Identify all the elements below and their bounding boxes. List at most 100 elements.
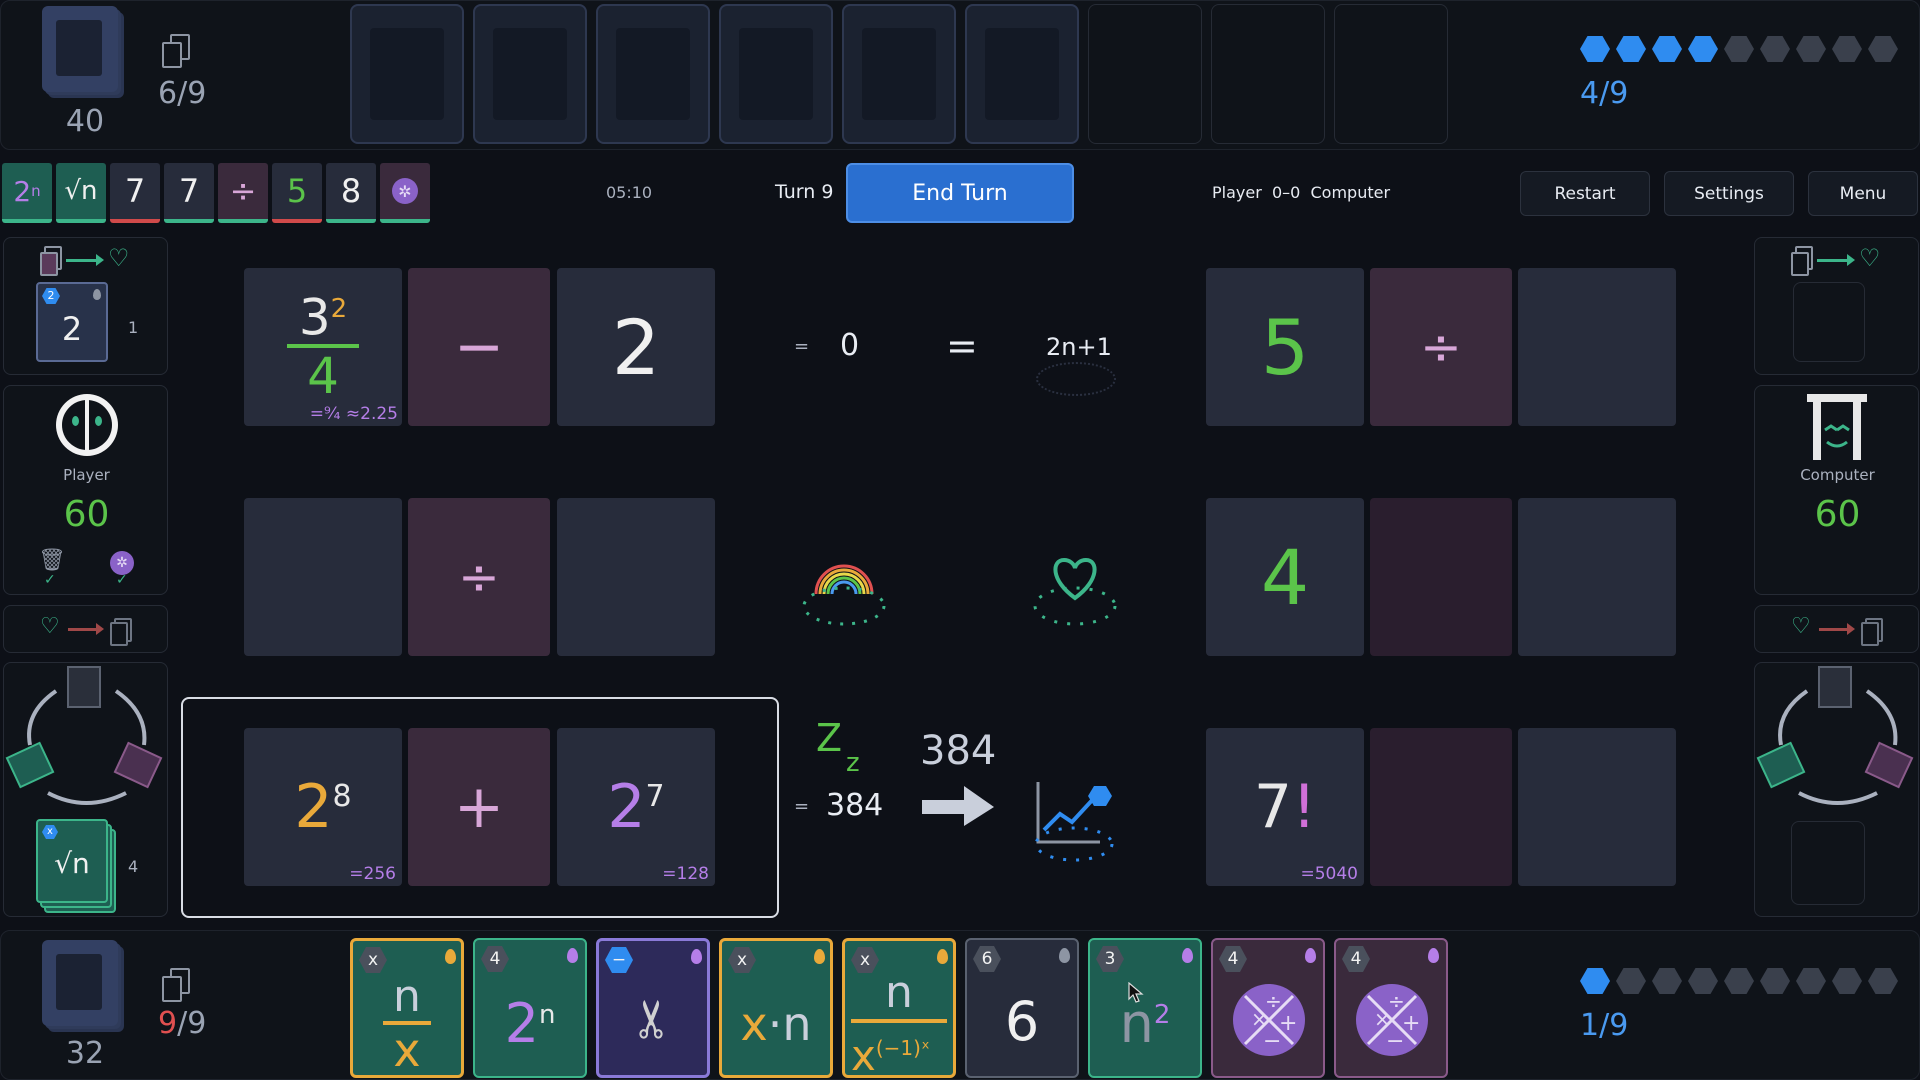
row2-empty-right[interactable] (557, 498, 715, 656)
queued-card[interactable]: 2 2 (36, 282, 108, 362)
row1-opponent-operator-divide[interactable]: ÷ (1370, 268, 1512, 426)
row2-opponent-operator-empty[interactable] (1370, 498, 1512, 656)
row2-operator-divide[interactable]: ÷ (408, 498, 550, 656)
svg-text:−: − (1386, 1029, 1404, 1054)
opponent-hand-card (965, 4, 1079, 144)
queued-card-value: 2 (61, 310, 83, 348)
operators-icon: ✲ (392, 178, 418, 204)
mana-gem-empty (1868, 36, 1898, 62)
row2-opponent-empty[interactable] (1518, 498, 1676, 656)
row3-equals-small: = (794, 796, 810, 817)
row3-operator-plus[interactable]: + (408, 728, 550, 886)
played-card-5[interactable]: 5 (272, 163, 322, 223)
cycle-deck-stack[interactable]: x √n (36, 819, 116, 913)
computer-hp: 60 (1814, 494, 1861, 535)
opponent-hand-card (473, 4, 587, 144)
menu-button[interactable]: Menu (1808, 171, 1918, 216)
cycle-diagram-icon (1756, 666, 1914, 805)
mana-gem-empty (1796, 968, 1826, 994)
mana-gem-empty (1760, 968, 1790, 994)
hand-card-6[interactable]: 6 6 (965, 938, 1079, 1078)
hand-card-n-over-x-pow[interactable]: x n x(−1)ˣ (842, 938, 956, 1079)
played-card-divide[interactable]: ÷ (218, 163, 268, 223)
row1-operator-minus[interactable]: − (408, 268, 550, 426)
mouse-cursor-icon (1128, 982, 1144, 1003)
row1-opponent-empty[interactable] (1518, 268, 1676, 426)
hand-card-n-over-x[interactable]: x n x (350, 938, 464, 1078)
played-card-operators[interactable]: ✲ (380, 163, 430, 223)
svg-text:÷: ÷ (1388, 989, 1405, 1013)
deck-to-heart-icon: ♡ (1791, 244, 1891, 276)
mana-gem-empty (1652, 968, 1682, 994)
scissors-icon: ✂ (623, 997, 683, 1041)
row1-opponent-card-5[interactable]: 5 (1206, 268, 1364, 426)
row1-card-2[interactable]: 2 (557, 268, 715, 426)
svg-text:−: − (1263, 1029, 1281, 1054)
played-cards-strip: 2n √n 7 7 ÷ 5 8 ✲ (2, 163, 430, 223)
match-score: Player 0–0 Computer (1212, 183, 1391, 202)
played-card-root[interactable]: √n (56, 163, 106, 223)
row2-empty-left[interactable] (244, 498, 402, 656)
played-card-7[interactable]: 7 (164, 163, 214, 223)
player-mana-gems (1580, 968, 1900, 996)
row3-card-2pow7[interactable]: 27 =128 (557, 728, 715, 886)
mana-gem-filled (1652, 36, 1682, 62)
player-hp: 60 (63, 494, 110, 535)
mana-gem-filled (1616, 36, 1646, 62)
opponent-hand-empty-slot (1334, 4, 1448, 144)
check-icon: ✓ (116, 572, 128, 588)
player-name: Player (63, 466, 110, 484)
row2-opponent-card-4[interactable]: 4 (1206, 498, 1364, 656)
hand-card-n-squared[interactable]: 3 n2 (1088, 938, 1202, 1078)
player-deck[interactable] (42, 940, 124, 1032)
settings-button[interactable]: Settings (1664, 171, 1794, 216)
turn-timer: 05:10 (606, 183, 653, 202)
growth-chart-icon (1034, 782, 1114, 862)
played-card-8[interactable]: 8 (326, 163, 376, 223)
mana-gem-empty (1868, 968, 1898, 994)
row3-card-note: =256 (349, 864, 396, 884)
hand-card-operators[interactable]: 4 × ÷ + − (1334, 938, 1448, 1078)
svg-text:+: + (1402, 1011, 1420, 1036)
hand-card-x-times-n[interactable]: x x·n (719, 938, 833, 1078)
computer-cycle-panel (1754, 662, 1919, 917)
opponent-hand-card (596, 4, 710, 144)
player-cycle-panel: x √n 4 (3, 662, 168, 917)
turn-label: Turn 9 (775, 181, 834, 203)
played-card-7[interactable]: 7 (110, 163, 160, 223)
mana-gem-empty (1832, 968, 1862, 994)
opponent-hand-card (719, 4, 833, 144)
cycle-count: 4 (128, 857, 139, 876)
row3-card-2pow8[interactable]: 28 =256 (244, 728, 402, 886)
played-card-2n[interactable]: 2n (2, 163, 52, 223)
row3-opponent-empty[interactable] (1518, 728, 1676, 886)
opponent-mana-text: 4/9 (1580, 76, 1629, 111)
end-turn-button[interactable]: End Turn (846, 163, 1074, 223)
operators-icon: × ÷ + − (1356, 984, 1428, 1056)
opponent-deck[interactable] (42, 6, 124, 98)
mana-gem-empty (1832, 36, 1862, 62)
svg-text:+: + (1279, 1011, 1297, 1036)
row3-opponent-card-7fact[interactable]: 7! =5040 (1206, 728, 1364, 886)
hand-card-scissors[interactable]: − ✂ (596, 938, 710, 1078)
mana-gem-empty (1616, 968, 1646, 994)
heart-icon (1033, 557, 1117, 626)
opponent-hand-card (350, 4, 464, 144)
check-icon: ✓ (44, 572, 56, 588)
mana-gem-empty (1760, 36, 1790, 62)
row1-target: 2n+1 (1046, 333, 1112, 361)
opponent-hand-count: 6/9 (158, 76, 207, 111)
cards-icon (162, 34, 190, 68)
player-hand-count: 9/9 (158, 1006, 207, 1041)
cycle-diagram-icon (5, 666, 163, 805)
mana-gem-empty (1724, 968, 1754, 994)
row1-card-fraction[interactable]: 32 4 =⁹⁄₄ ≈2.25 (244, 268, 402, 426)
row3-opponent-note: =5040 (1300, 864, 1358, 884)
operators-icon: × ÷ + − (1233, 984, 1305, 1056)
hand-card-2-pow-n[interactable]: 4 2n (473, 938, 587, 1078)
player-mana-text: 1/9 (1580, 1008, 1629, 1043)
hand-card-operators[interactable]: 4 × ÷ + − (1211, 938, 1325, 1078)
restart-button[interactable]: Restart (1520, 171, 1650, 216)
row3-opponent-operator-empty[interactable] (1370, 728, 1512, 886)
opponent-hand-card (842, 4, 956, 144)
